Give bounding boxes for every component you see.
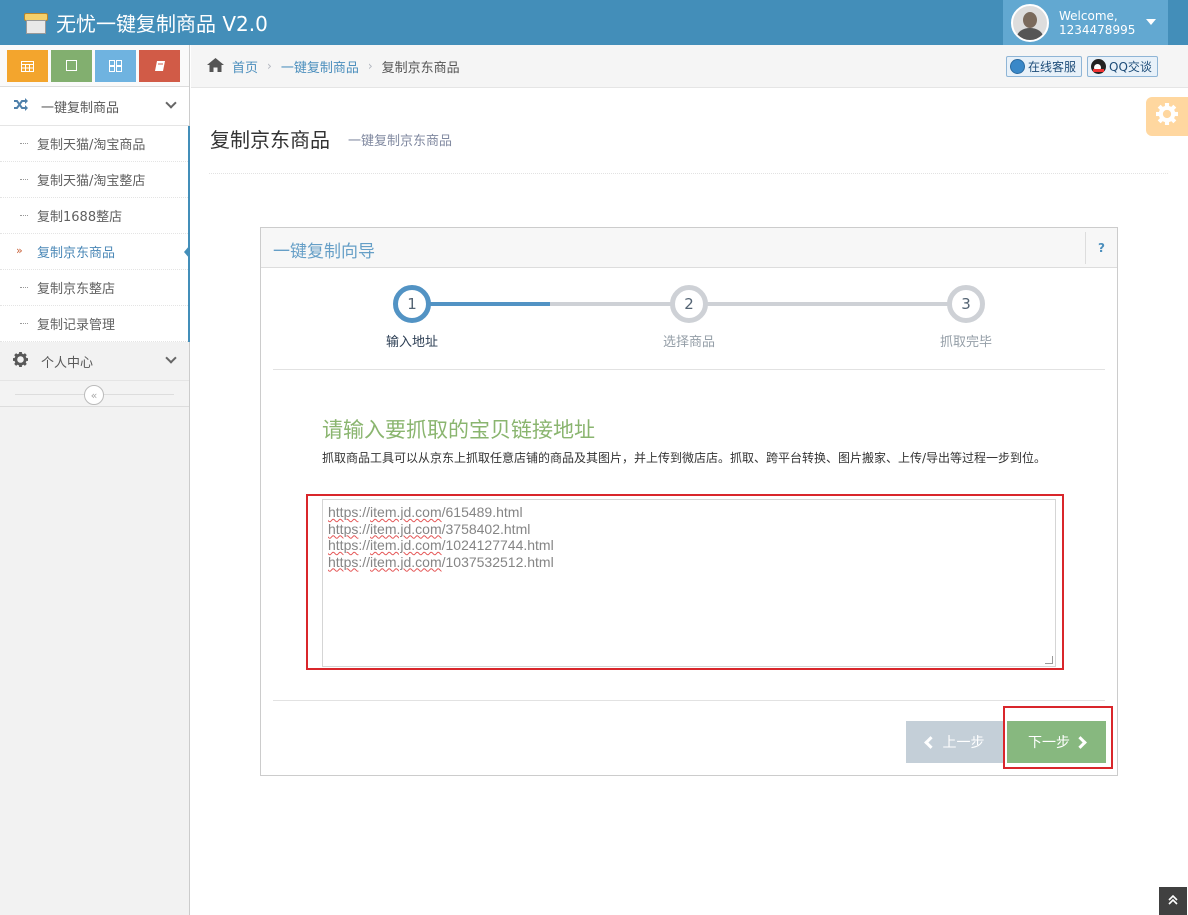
calendar-icon [21, 60, 34, 72]
random-icon [13, 97, 31, 115]
sidebar-item-tmall-shop[interactable]: 复制天猫/淘宝整店 [0, 162, 188, 198]
sidebar-item-label: 复制京东商品 [37, 246, 116, 261]
divider [273, 369, 1105, 370]
sidebar-item-1688-shop[interactable]: 复制1688整店 [0, 198, 188, 234]
chevron-right-icon [1074, 735, 1087, 749]
step-track-complete [413, 302, 550, 306]
online-service-button[interactable]: 在线客服 [1006, 56, 1083, 77]
submenu-copy: 复制天猫/淘宝商品 复制天猫/淘宝整店 复制1688整店 » 复制京东商品 复制… [0, 126, 190, 342]
book-icon [154, 60, 165, 71]
nav-group-label: 个人中心 [41, 355, 94, 371]
url-line: https://item.jd.com/615489.html [328, 504, 523, 520]
sidebar-item-label: 复制记录管理 [37, 318, 116, 333]
online-service-label: 在线客服 [1028, 60, 1077, 74]
url-line: https://item.jd.com/1024127744.html [328, 537, 554, 553]
sidebar-item-copy-records[interactable]: 复制记录管理 [0, 306, 188, 342]
caret-down-icon [1146, 19, 1156, 25]
square-icon [66, 60, 77, 71]
user-info: Welcome, 1234478995 [1059, 9, 1135, 37]
wizard-steps: 1 2 3 输入地址 选择商品 抓取完毕 [261, 285, 1119, 365]
app-title: 无忧一键复制商品 V2.0 [56, 12, 268, 36]
qq-penguin-icon [1091, 59, 1106, 74]
top-navbar: 无忧一键复制商品 V2.0 Welcome, 1234478995 [0, 0, 1188, 45]
sidebar: 一键复制商品 复制天猫/淘宝商品 复制天猫/淘宝整店 复制1688整店 » 复制… [0, 45, 190, 915]
shortcut-book-button[interactable] [139, 49, 180, 82]
chevron-down-icon [165, 97, 177, 109]
user-name: 1234478995 [1059, 22, 1136, 37]
step-track [550, 302, 689, 306]
step-2-label: 选择商品 [662, 335, 715, 350]
qq-chat-button[interactable]: QQ交谈 [1087, 56, 1158, 77]
grid-icon [109, 59, 122, 72]
wizard-title: 一键复制向导 [273, 242, 375, 262]
copy-wizard: 一键复制向导 ? 1 2 3 输入地址 选择商品 抓取完毕 请输入要抓取的宝贝链… [260, 227, 1118, 776]
shortcut-pencil-button[interactable] [51, 49, 92, 82]
box-icon [24, 11, 48, 35]
page-header: 复制京东商品 一键复制京东商品 [209, 111, 1168, 174]
sidebar-item-jd-product[interactable]: » 复制京东商品 [0, 234, 190, 270]
next-step-button[interactable]: 下一步 [1007, 721, 1106, 763]
sidebar-item-label: 复制1688整店 [37, 210, 123, 225]
double-angle-up-icon [1168, 894, 1178, 908]
nav-group-copy[interactable]: 一键复制商品 [0, 87, 189, 126]
step-1-label: 输入地址 [385, 335, 438, 350]
brand[interactable]: 无忧一键复制商品 V2.0 [24, 0, 268, 45]
help-button[interactable]: ? [1085, 232, 1117, 264]
sidebar-item-label: 复制京东整店 [37, 282, 116, 297]
sidebar-item-label: 复制天猫/淘宝商品 [37, 138, 146, 153]
scroll-top-button[interactable] [1159, 887, 1187, 915]
step-1-circle: 1 [393, 285, 431, 323]
next-step-label: 下一步 [1028, 735, 1070, 751]
sidebar-item-jd-shop[interactable]: 复制京东整店 [0, 270, 188, 306]
breadcrumb: 首页 › 一键复制商品 › 复制京东商品 在线客服 QQ交谈 [191, 45, 1188, 88]
form-title: 请输入要抓取的宝贝链接地址 [322, 418, 595, 442]
breadcrumb-separator: › [367, 59, 373, 73]
prev-step-button[interactable]: 上一步 [906, 721, 1004, 763]
page-subtitle: 一键复制京东商品 [348, 134, 453, 149]
chevron-left-icon [923, 735, 937, 749]
sidebar-item-tmall-product[interactable]: 复制天猫/淘宝商品 [0, 126, 188, 162]
step-track [689, 302, 967, 306]
chat-icon [1010, 59, 1025, 74]
shortcut-signal-button[interactable] [7, 49, 48, 82]
avatar [1011, 3, 1049, 42]
breadcrumb-separator: › [267, 59, 272, 73]
breadcrumb-home[interactable]: 首页 [232, 57, 258, 76]
double-angle-right-icon: » [16, 244, 23, 257]
url-line: https://item.jd.com/3758402.html [328, 520, 531, 537]
divider [273, 700, 1105, 701]
shortcut-users-button[interactable] [95, 49, 136, 82]
url-textarea[interactable]: https://item.jd.com/615489.html https://… [322, 499, 1056, 667]
home-icon [207, 57, 224, 76]
step-3-label: 抓取完毕 [939, 335, 992, 350]
chevron-down-icon [165, 352, 177, 364]
sidebar-collapse: « [0, 381, 189, 407]
step-2-circle: 2 [670, 285, 708, 323]
user-menu[interactable]: Welcome, 1234478995 [1003, 0, 1168, 45]
double-angle-left-icon[interactable]: « [84, 385, 104, 405]
cog-icon [13, 351, 31, 371]
form-description: 抓取商品工具可以从京东上抓取任意店铺的商品及其图片，并上传到微店店。抓取、跨平台… [322, 451, 1047, 465]
sidebar-shortcuts [0, 45, 189, 87]
sidebar-item-label: 复制天猫/淘宝整店 [37, 174, 146, 189]
step-3-circle: 3 [947, 285, 985, 323]
welcome-text: Welcome, [1059, 8, 1118, 23]
breadcrumb-parent[interactable]: 一键复制商品 [281, 57, 359, 76]
qq-chat-label: QQ交谈 [1109, 60, 1152, 74]
url-line: https://item.jd.com/1037532512.html [328, 553, 554, 570]
prev-step-label: 上一步 [942, 735, 985, 751]
nav-group-label: 一键复制商品 [41, 100, 120, 116]
nav-group-personal[interactable]: 个人中心 [0, 342, 189, 381]
breadcrumb-current: 复制京东商品 [381, 60, 460, 76]
active-indicator [184, 245, 190, 259]
wizard-header: 一键复制向导 ? [261, 228, 1117, 268]
page-title: 复制京东商品 [210, 128, 330, 152]
resize-handle[interactable] [1045, 656, 1053, 664]
